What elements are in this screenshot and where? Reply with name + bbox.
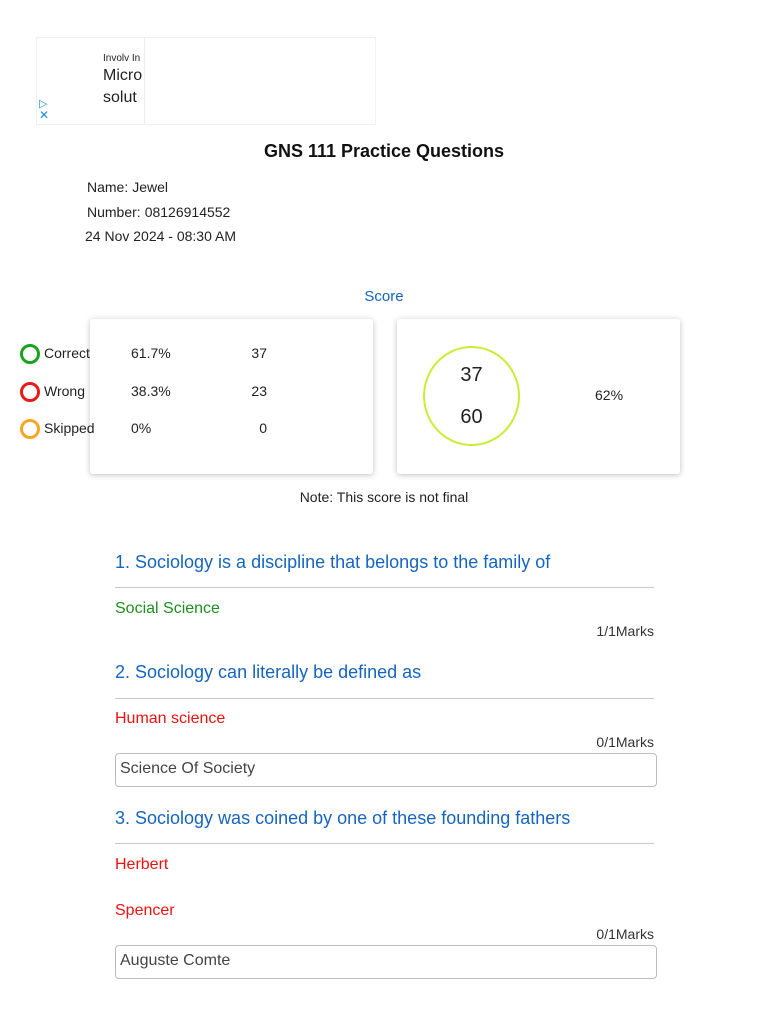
question-3-answer-2: Spencer [115, 902, 175, 919]
stat-count: 37 [251, 345, 267, 361]
stat-label: Skipped [44, 420, 95, 436]
divider [115, 698, 654, 699]
ad-headline-2: solut [103, 89, 137, 106]
number-label: Number: [87, 204, 141, 220]
summary-card: 37 60 62% [397, 319, 680, 474]
stat-label: Correct [44, 345, 90, 361]
name-value: Jewel [132, 179, 169, 195]
score-percent: 62% [595, 387, 624, 403]
stat-row-skipped: Skipped 0% 0 [20, 418, 270, 440]
meta-name: Name: Jewel [87, 179, 168, 195]
ad-close-icon[interactable]: ✕ [39, 108, 49, 122]
meta-number: Number: 08126914552 [87, 204, 230, 220]
question-2-correct-answer: Science Of Society [115, 753, 657, 787]
question-3-marks: 0/1Marks [596, 926, 654, 942]
score-value: 37 [460, 364, 483, 386]
stat-percent: 38.3% [131, 383, 171, 399]
stat-percent: 61.7% [131, 345, 171, 361]
meta-date: 24 Nov 2024 - 08:30 AM [85, 228, 236, 244]
question-2-marks: 0/1Marks [596, 734, 654, 750]
divider [115, 587, 654, 588]
correct-circle-icon [20, 344, 40, 364]
stat-count: 0 [259, 420, 267, 436]
question-3-answer-1: Herbert [115, 856, 169, 873]
ad-headline-1: Micro [103, 67, 143, 84]
question-1-text: 1. Sociology is a discipline that belong… [115, 552, 551, 572]
name-label: Name: [87, 179, 129, 195]
question-1-answer: Social Science [115, 600, 220, 617]
ad-creative[interactable]: Involv In Micro solut ▷ ✕ [37, 38, 145, 124]
question-2-text: 2. Sociology can literally be defined as [115, 662, 422, 682]
score-ring: 37 60 [423, 346, 520, 446]
total-value: 60 [460, 406, 483, 428]
stat-row-wrong: Wrong 38.3% 23 [20, 381, 270, 403]
stat-count: 23 [251, 383, 267, 399]
number-value: 08126914552 [144, 204, 231, 220]
question-1-marks: 1/1Marks [596, 623, 654, 639]
score-note: Note: This score is not final [299, 489, 469, 505]
ad-small-text: Involv In [103, 53, 141, 64]
page-title: GNS 111 Practice Questions [263, 141, 505, 161]
wrong-circle-icon [20, 382, 40, 402]
divider [115, 843, 654, 844]
stat-label: Wrong [44, 383, 85, 399]
question-2-answer: Human science [115, 710, 226, 727]
question-3-text: 3. Sociology was coined by one of these … [115, 808, 571, 828]
question-3-correct-answer: Auguste Comte [115, 945, 657, 979]
stat-row-correct: Correct 61.7% 37 [20, 343, 270, 365]
score-heading: Score [364, 288, 404, 305]
skipped-circle-icon [20, 419, 40, 439]
stat-percent: 0% [131, 420, 152, 436]
ad-banner[interactable]: Involv In Micro solut ▷ ✕ [36, 37, 376, 125]
